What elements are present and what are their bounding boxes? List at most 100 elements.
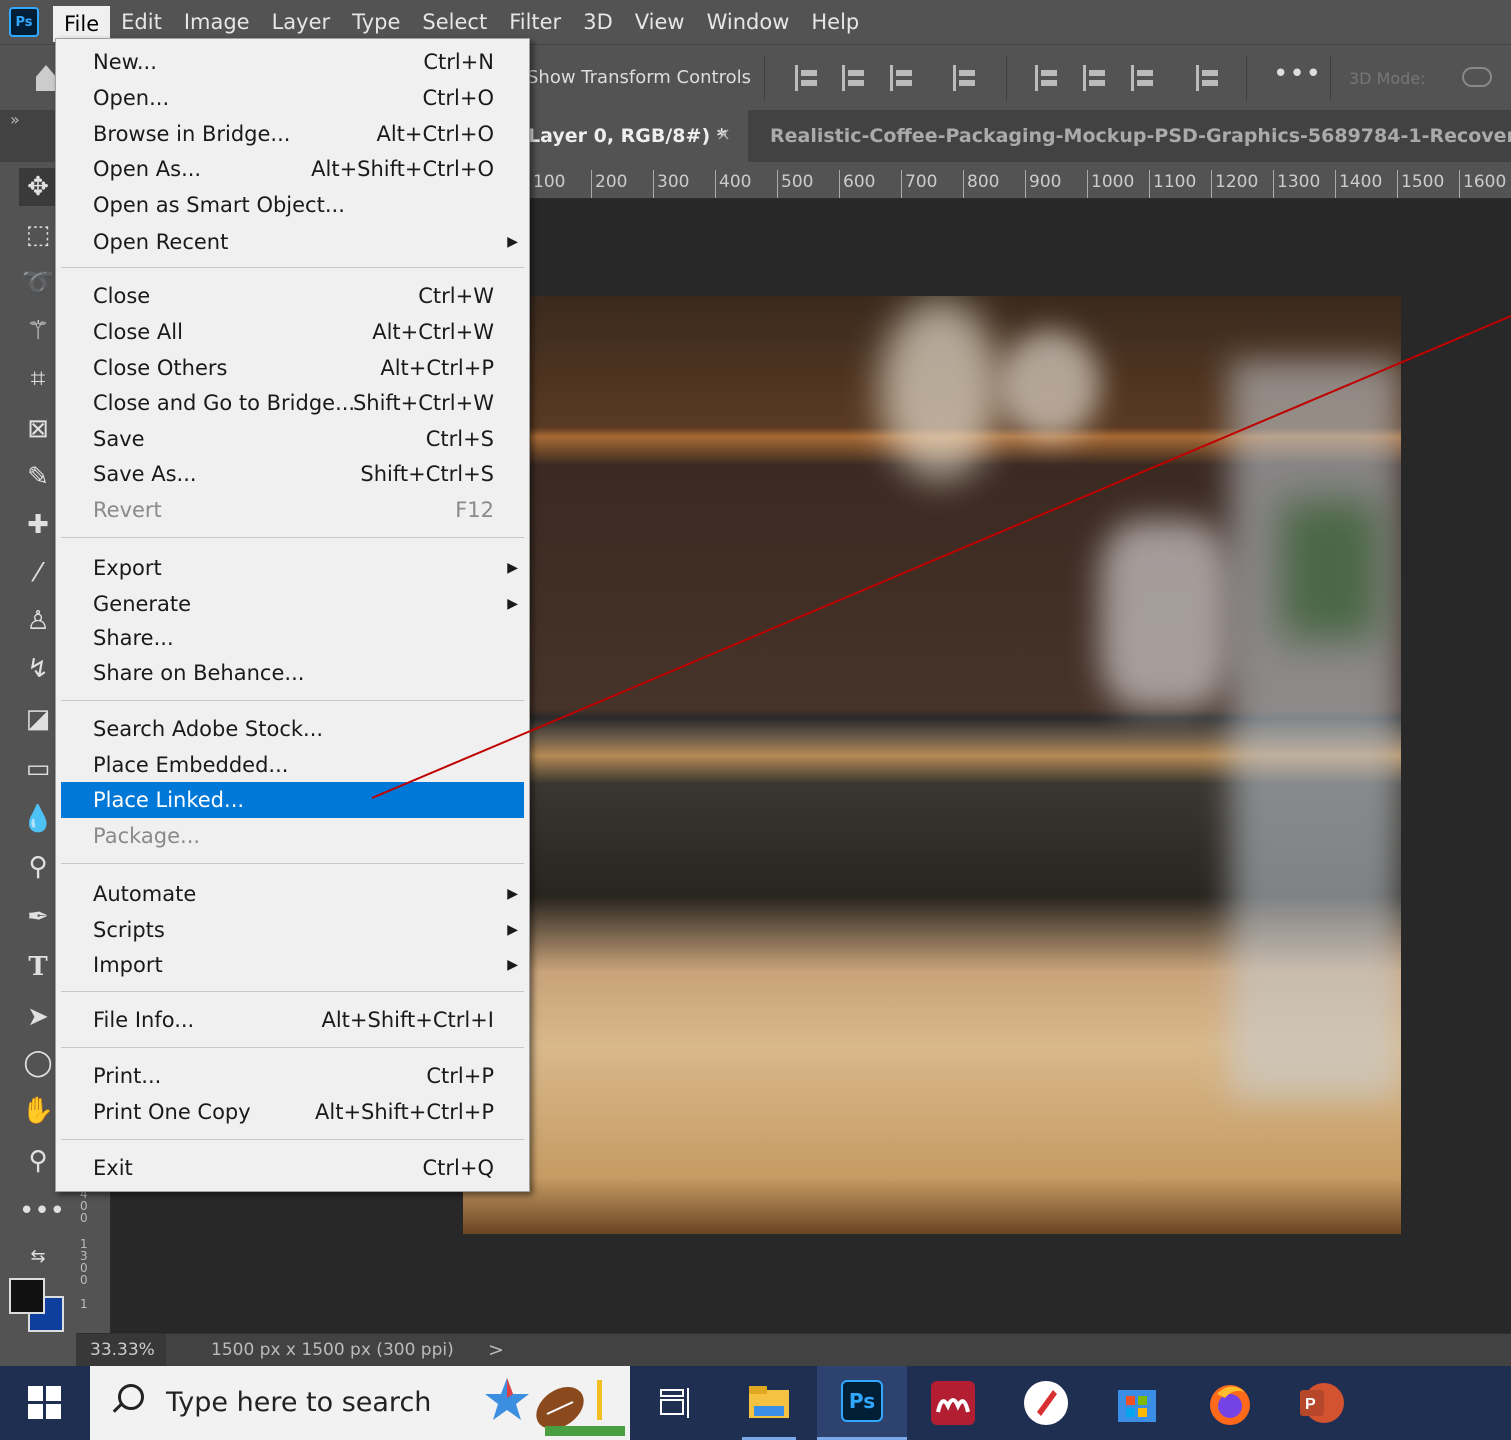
- menu-item-open-recent[interactable]: Open Recent ▶: [61, 224, 524, 260]
- distribute-horizontal-icon[interactable]: [953, 65, 979, 91]
- menu-item-shortcut: Ctrl+N: [423, 50, 494, 74]
- microsoft-store-icon[interactable]: [1110, 1376, 1164, 1430]
- ellipse-tool-icon[interactable]: ◯: [19, 1044, 57, 1082]
- cloud-icon[interactable]: [1462, 67, 1492, 87]
- align-right-edges-icon[interactable]: [890, 65, 916, 91]
- menu-separator: [61, 1139, 524, 1140]
- firefox-icon[interactable]: [1203, 1376, 1257, 1430]
- crop-tool-icon[interactable]: ⌗: [19, 360, 57, 398]
- history-brush-tool-icon[interactable]: ↯: [19, 650, 57, 688]
- status-menu-arrow[interactable]: >: [488, 1334, 504, 1367]
- powerpoint-letter: P: [1305, 1396, 1316, 1413]
- menu-item-shortcut: Alt+Shift+Ctrl+P: [315, 1100, 494, 1124]
- align-left-edges-icon[interactable]: [795, 65, 821, 91]
- menu-item-share[interactable]: Share...: [61, 620, 524, 656]
- menu-item-close-all[interactable]: Close All Alt+Ctrl+W: [61, 314, 524, 350]
- menu-help[interactable]: Help: [800, 0, 870, 44]
- brush-tool-icon[interactable]: ⁄: [19, 554, 57, 592]
- blur-tool-icon[interactable]: 💧: [19, 800, 57, 838]
- align-vertical-centers-icon[interactable]: [1083, 65, 1109, 91]
- menu-item-place-linked[interactable]: Place Linked...: [61, 782, 524, 818]
- dodge-tool-icon[interactable]: ⚲: [19, 848, 57, 886]
- marquee-tool-icon[interactable]: ⬚: [19, 216, 57, 254]
- menu-item-print[interactable]: Print... Ctrl+P: [61, 1058, 524, 1094]
- menu-item-close-and-go-to-bridge[interactable]: Close and Go to Bridge... Shift+Ctrl+W: [61, 385, 524, 421]
- menu-view[interactable]: View: [624, 0, 696, 44]
- taskbar-search-box[interactable]: Type here to search: [90, 1366, 630, 1440]
- file-explorer-icon[interactable]: [742, 1376, 796, 1440]
- gradient-tool-icon[interactable]: ▭: [19, 750, 57, 788]
- menu-item-open[interactable]: Open... Ctrl+O: [61, 80, 524, 116]
- path-selection-tool-icon[interactable]: ➤: [19, 998, 57, 1036]
- menu-item-file-info[interactable]: File Info... Alt+Shift+Ctrl+I: [61, 1002, 524, 1038]
- move-tool-icon[interactable]: ✥: [19, 168, 57, 206]
- tab-active-document[interactable]: Layer 0, RGB/8#) *: [520, 110, 748, 162]
- swap-colors-icon[interactable]: ⇆: [19, 1238, 57, 1276]
- eyedropper-tool-icon[interactable]: ✎: [19, 458, 57, 496]
- healing-brush-tool-icon[interactable]: ✚: [19, 506, 57, 544]
- expand-panels-icon[interactable]: »: [10, 110, 20, 129]
- taskbar-photoshop[interactable]: Ps: [817, 1366, 907, 1440]
- menu-item-save[interactable]: Save Ctrl+S: [61, 421, 524, 457]
- more-options-icon[interactable]: •••: [1273, 59, 1322, 89]
- align-top-edges-icon[interactable]: [1035, 65, 1061, 91]
- zoom-level-field[interactable]: 33.33%: [76, 1334, 166, 1367]
- align-horizontal-centers-icon[interactable]: [842, 65, 868, 91]
- pen-tool-icon[interactable]: ✒: [19, 898, 57, 936]
- frame-tool-icon[interactable]: ⊠: [19, 410, 57, 448]
- menu-item-scripts[interactable]: Scripts ▶: [61, 912, 524, 948]
- menu-item-package: Package...: [61, 818, 524, 854]
- foreground-color-swatch[interactable]: [9, 1278, 45, 1314]
- document-canvas[interactable]: [463, 296, 1401, 1234]
- close-tab-icon[interactable]: ×: [716, 124, 731, 145]
- tab-second-document[interactable]: Realistic-Coffee-Packaging-Mockup-PSD-Gr…: [770, 110, 1511, 162]
- menu-item-label: File Info...: [93, 1008, 195, 1032]
- menu-item-label: Open as Smart Object...: [93, 193, 345, 217]
- menu-item-generate[interactable]: Generate ▶: [61, 586, 524, 622]
- divider: [1330, 55, 1331, 101]
- drawing-app-icon[interactable]: [1019, 1376, 1073, 1430]
- clone-stamp-tool-icon[interactable]: ♙: [19, 602, 57, 640]
- lasso-tool-icon[interactable]: ➰: [19, 264, 57, 302]
- menu-item-close[interactable]: Close Ctrl+W: [61, 278, 524, 314]
- show-transform-controls-label[interactable]: Show Transform Controls: [527, 67, 751, 88]
- menu-item-shortcut: Ctrl+P: [426, 1064, 494, 1088]
- windows-start-icon[interactable]: [28, 1386, 62, 1420]
- menu-item-import[interactable]: Import ▶: [61, 947, 524, 983]
- menu-item-label: Share...: [93, 626, 174, 650]
- mendeley-icon[interactable]: [926, 1376, 980, 1430]
- menu-item-place-embedded[interactable]: Place Embedded...: [61, 747, 524, 783]
- menu-item-search-adobe-stock[interactable]: Search Adobe Stock...: [61, 711, 524, 747]
- menu-item-automate[interactable]: Automate ▶: [61, 876, 524, 912]
- distribute-vertical-icon[interactable]: [1196, 65, 1222, 91]
- hand-tool-icon[interactable]: ✋: [19, 1092, 57, 1130]
- home-icon[interactable]: [36, 65, 56, 91]
- menu-file[interactable]: File: [53, 6, 111, 42]
- eraser-tool-icon[interactable]: ◪: [19, 700, 57, 738]
- menu-item-label: Print...: [93, 1064, 162, 1088]
- menu-item-label: Save: [93, 427, 145, 451]
- zoom-tool-icon[interactable]: ⚲: [19, 1142, 57, 1180]
- menu-item-label: Open As...: [93, 157, 202, 181]
- magic-wand-tool-icon[interactable]: ⚚: [19, 312, 57, 350]
- menu-item-label: Close All: [93, 320, 183, 344]
- menu-item-label: Search Adobe Stock...: [93, 717, 324, 741]
- menu-item-open-as-smart-object[interactable]: Open as Smart Object...: [61, 187, 524, 223]
- menu-item-save-as[interactable]: Save As... Shift+Ctrl+S: [61, 456, 524, 492]
- more-tools-icon[interactable]: •••: [19, 1192, 65, 1230]
- menu-item-exit[interactable]: Exit Ctrl+Q: [61, 1150, 524, 1186]
- menu-item-export[interactable]: Export ▶: [61, 550, 524, 586]
- menu-window[interactable]: Window: [696, 0, 801, 44]
- menu-item-open-as[interactable]: Open As... Alt+Shift+Ctrl+O: [61, 151, 524, 187]
- menu-item-label: Place Linked...: [93, 788, 245, 812]
- align-bottom-edges-icon[interactable]: [1131, 65, 1157, 91]
- menu-item-close-others[interactable]: Close Others Alt+Ctrl+P: [61, 350, 524, 386]
- menu-3d[interactable]: 3D: [572, 0, 624, 44]
- menu-item-new[interactable]: New... Ctrl+N: [61, 44, 524, 80]
- task-view-icon[interactable]: [648, 1376, 702, 1430]
- powerpoint-icon[interactable]: P: [1294, 1376, 1348, 1430]
- type-tool-icon[interactable]: T: [19, 948, 57, 986]
- menu-item-print-one-copy[interactable]: Print One Copy Alt+Shift+Ctrl+P: [61, 1094, 524, 1130]
- menu-item-browse-in-bridge[interactable]: Browse in Bridge... Alt+Ctrl+O: [61, 116, 524, 152]
- menu-item-share-on-behance[interactable]: Share on Behance...: [61, 655, 524, 691]
